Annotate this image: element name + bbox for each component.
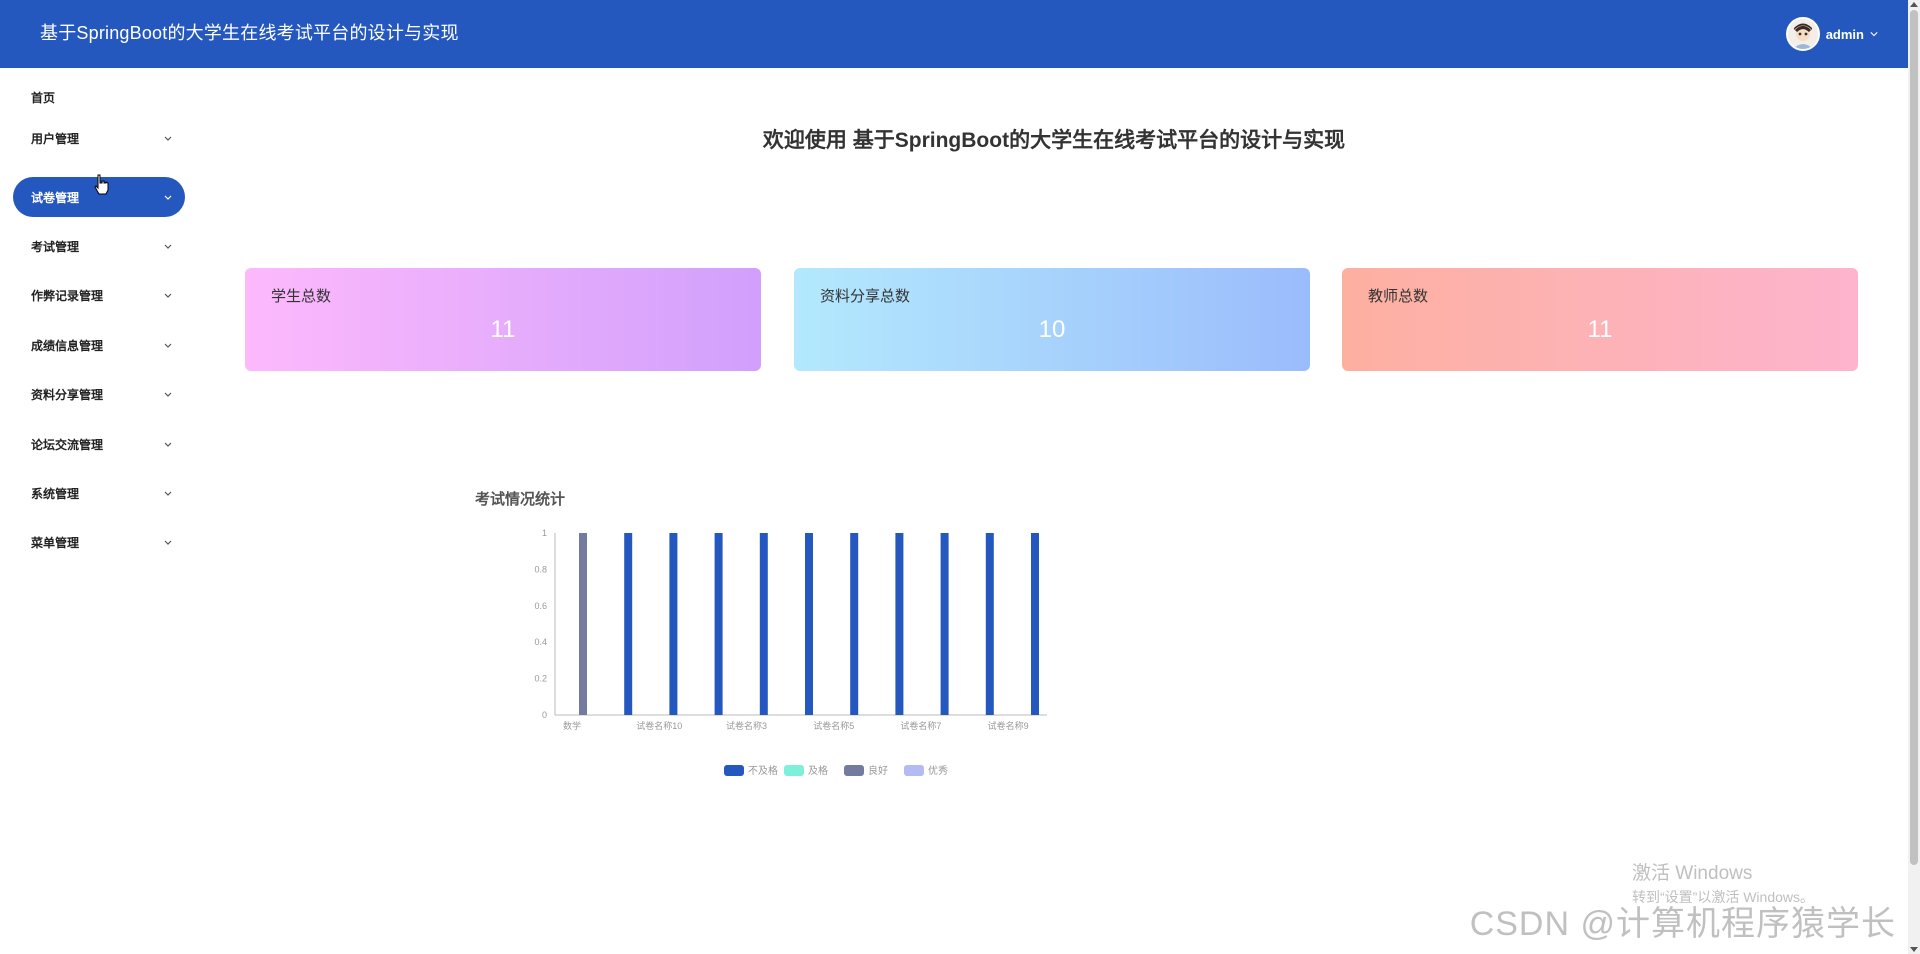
sidebar-item-system-management[interactable]: 系统管理 (13, 473, 185, 513)
sidebar-item-score-management[interactable]: 成绩信息管理 (13, 325, 185, 365)
legend-label: 不及格 (748, 764, 778, 777)
stat-card-value: 10 (1038, 316, 1066, 343)
stat-card-label: 教师总数 (1368, 288, 1429, 305)
chevron-down-icon (164, 392, 172, 397)
scrollbar-thumb[interactable] (1910, 10, 1918, 865)
chart-bar (940, 533, 949, 715)
sidebar: 首页 用户管理 试卷管理 考试管理 作弊记录管理 成绩信息管理 资料分享管理 论… (0, 68, 200, 954)
chevron-down-icon (1870, 32, 1878, 37)
x-tick-label: 数学 (563, 720, 581, 731)
exam-stats-chart: 考试情况统计 0 0.2 0.4 0.6 0.8 1 数学 试卷名称10 试卷名称3 试卷名称5 试… (300, 488, 1100, 808)
sidebar-item-label: 用户管理 (31, 131, 80, 146)
stat-card-value: 11 (490, 316, 516, 343)
y-tick-label: 0.4 (534, 637, 547, 647)
y-tick-label: 0 (542, 710, 547, 720)
hand-cursor-icon (94, 174, 109, 195)
chart-bar (895, 533, 904, 715)
username[interactable]: admin (1826, 27, 1864, 42)
sidebar-item-label: 作弊记录管理 (31, 288, 104, 303)
app-title: 基于SpringBoot的大学生在线考试平台的设计与实现 (40, 23, 459, 43)
sidebar-item-label: 论坛交流管理 (31, 437, 104, 452)
sidebar-item-menu-management[interactable]: 菜单管理 (13, 522, 185, 562)
chart-bar (850, 533, 859, 715)
app-root: 基于SpringBoot的大学生在线考试平台的设计与实现 admin 首页 用户… (0, 0, 1920, 954)
sidebar-item-exam-management[interactable]: 考试管理 (13, 226, 185, 266)
sidebar-item-label: 资料分享管理 (31, 387, 104, 402)
stat-card-label: 学生总数 (271, 288, 332, 305)
sidebar-item-label: 系统管理 (31, 486, 80, 501)
main-content: 欢迎使用 基于SpringBoot的大学生在线考试平台的设计与实现 学生总数 1… (200, 68, 1908, 954)
y-tick-label: 0.2 (534, 674, 547, 684)
user-menu[interactable]: admin (1785, 0, 1878, 68)
chevron-down-icon (164, 343, 172, 348)
scroll-down-arrow-icon[interactable] (1910, 947, 1918, 952)
chevron-down-icon (164, 491, 172, 496)
sidebar-item-label: 成绩信息管理 (31, 338, 104, 353)
chart-bar (714, 533, 723, 715)
sidebar-item-cheating-records[interactable]: 作弊记录管理 (13, 275, 185, 315)
sidebar-item-label: 试卷管理 (31, 190, 80, 205)
page-scrollbar[interactable] (1908, 0, 1920, 954)
legend-label: 及格 (808, 764, 828, 777)
legend-swatch (784, 765, 804, 776)
sidebar-item-resource-sharing[interactable]: 资料分享管理 (13, 374, 185, 414)
sidebar-item-label: 菜单管理 (31, 535, 80, 550)
sidebar-item-label: 首页 (31, 90, 56, 105)
x-tick-label: 试卷名称5 (813, 720, 854, 731)
chevron-down-icon (164, 195, 172, 200)
legend-swatch (904, 765, 924, 776)
chevron-down-icon (164, 293, 172, 298)
sidebar-item-home[interactable]: 首页 (13, 77, 185, 117)
chart-svg: 0 0.2 0.4 0.6 0.8 1 数学 试卷名称10 试卷名称3 试卷名称5 试卷名称7 试卷名… (534, 528, 1047, 777)
chart-bar (805, 533, 813, 715)
chart-bar (985, 533, 994, 715)
stat-card-students: 学生总数 11 (245, 268, 761, 371)
y-tick-label: 0.6 (534, 601, 547, 611)
x-tick-label: 试卷名称3 (726, 720, 767, 731)
chevron-down-icon (164, 244, 172, 249)
chevron-down-icon (164, 136, 172, 141)
chart-bar (579, 533, 587, 715)
stat-card-teachers: 教师总数 11 (1342, 268, 1858, 371)
x-tick-label: 试卷名称9 (988, 720, 1029, 731)
sidebar-item-label: 考试管理 (31, 239, 80, 254)
csdn-watermark: CSDN @计算机程序猿学长 (1469, 905, 1896, 943)
chart-bar (669, 533, 678, 715)
chevron-down-icon (164, 442, 172, 447)
scroll-up-arrow-icon[interactable] (1910, 2, 1918, 7)
legend-label: 良好 (868, 764, 888, 777)
y-tick-label: 1 (542, 528, 547, 538)
x-tick-label: 试卷名称7 (900, 720, 941, 731)
top-header: 基于SpringBoot的大学生在线考试平台的设计与实现 admin (0, 0, 1908, 68)
chart-bar (759, 533, 768, 715)
chevron-down-icon (164, 540, 172, 545)
avatar[interactable] (1785, 17, 1820, 51)
y-tick-label: 0.8 (534, 564, 547, 574)
sidebar-item-user-management[interactable]: 用户管理 (13, 118, 185, 158)
user-avatar-icon (1787, 19, 1818, 49)
chart-bar (624, 533, 633, 715)
stat-card-value: 11 (1587, 316, 1613, 343)
legend-label: 优秀 (928, 764, 948, 777)
stat-card-resources: 资料分享总数 10 (794, 268, 1310, 371)
chart-bar (1031, 533, 1039, 715)
windows-activation-title: 激活 Windows (1632, 863, 1753, 884)
sidebar-item-forum-management[interactable]: 论坛交流管理 (13, 424, 185, 464)
welcome-heading: 欢迎使用 基于SpringBoot的大学生在线考试平台的设计与实现 (762, 129, 1346, 152)
x-tick-label: 试卷名称10 (636, 720, 682, 731)
stat-card-label: 资料分享总数 (820, 288, 911, 305)
legend-swatch (844, 765, 864, 776)
legend-swatch (724, 765, 744, 776)
